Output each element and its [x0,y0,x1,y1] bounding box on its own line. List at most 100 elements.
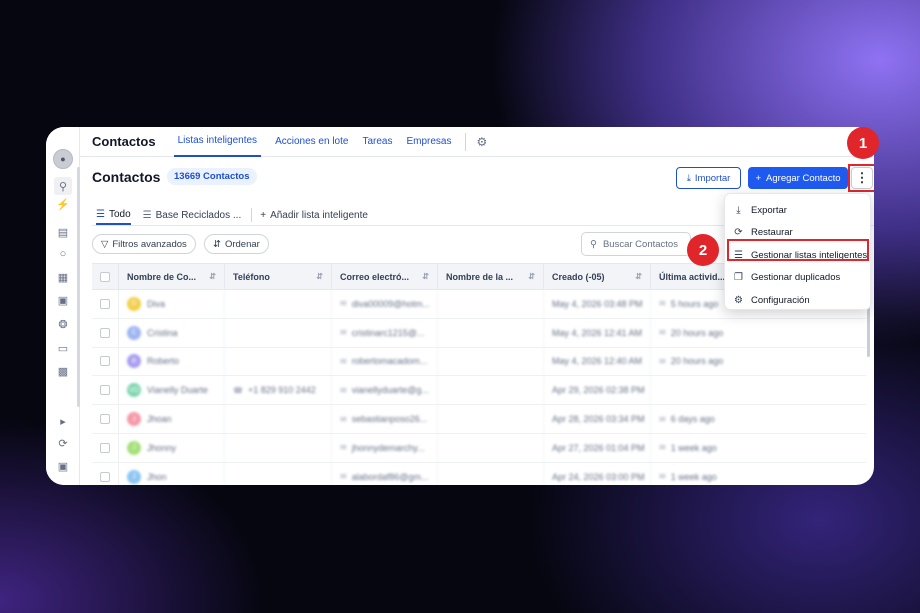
cell-name[interactable]: R Roberto [119,347,225,376]
refresh-icon[interactable]: ⟳ [54,434,72,452]
bolt-icon[interactable]: ⚡ [54,195,72,213]
import-button[interactable]: ⤓ Importar [676,167,741,189]
last-activity: 6 days ago [670,414,715,425]
list-icon: ☰ [96,208,105,220]
cell-last-activity: ✉ 1 week ago [651,463,866,485]
cell-company [438,462,544,485]
list-tab-label: Todo [108,208,131,220]
last-activity: 20 hours ago [670,327,724,338]
advanced-filters-button[interactable]: ▽ Filtros avanzados [92,234,196,254]
table-row[interactable]: R Roberto ✉ robertomacadom... May 4, 2026 12… [92,347,866,377]
column-header-phone[interactable]: Teléfono ⇵ [225,264,332,289]
user-avatar[interactable]: ● [53,149,73,169]
sidebar-scrollbar[interactable] [77,167,80,407]
table-row[interactable]: J Jhonny ✉ jhonnydemarchy... Apr 27, 2026 01… [92,433,866,463]
calendar-icon[interactable]: ▦ [54,268,72,286]
step-badge-1: 1 [847,127,879,159]
cell-company [438,405,544,433]
list-tab-base-reciclados[interactable]: ☰ Base Reciclados ... [143,205,242,225]
cell-name[interactable]: J Jhoan [119,405,225,433]
trash-icon[interactable]: ▭ [54,339,72,357]
cell-created: Apr 24, 2026 03:00 PM [544,462,651,485]
table-body: D Diva ✉ diva00009@hotm... May 4, 2026 03:48… [92,290,866,485]
row-checkbox[interactable] [92,405,119,433]
created-date: Apr 28, 2026 03:34 PM [552,414,645,425]
cell-created: May 4, 2026 03:48 PM [544,290,651,318]
menu-item-exportar[interactable]: ⤓ Exportar [725,199,870,222]
tab-acciones-en-lote[interactable]: Acciones en lote [275,127,348,157]
menu-item-label: Configuración [751,294,810,306]
column-header-name[interactable]: Nombre de Co... ⇵ [119,264,225,289]
robot-icon[interactable]: ▩ [54,362,72,380]
cell-email: ✉ alabordaf86@gm... [332,462,438,485]
row-checkbox[interactable] [92,290,119,318]
cell-last-activity: ✉ 20 hours ago [651,319,866,347]
created-date: May 4, 2026 12:41 AM [552,327,643,338]
table-row[interactable]: J Jhoan ✉ sebastianposo26... Apr 28, 2026 03… [92,405,866,434]
sort-button[interactable]: ⇵ Ordenar [204,234,269,254]
table-row[interactable]: C Cristina ✉ cristinarc1215@... May 4, 2026 … [92,318,866,348]
contact-name: Vianelly Duarte [147,385,208,396]
contact-name: Diva [147,298,166,309]
table-row[interactable]: VD Vianelly Duarte ☎ +1 829 910 2442 ✉ vianel… [92,376,866,406]
table-row[interactable]: J Jhon ✉ alabordaf86@gm... Apr 24, 2026 03:0… [92,462,866,485]
tab-empresas[interactable]: Empresas [406,127,451,157]
highlight-box-manage-lists [727,239,869,261]
cell-name[interactable]: VD Vianelly Duarte [119,376,225,405]
column-header-company[interactable]: Nombre de la ... ⇵ [438,264,544,289]
cell-name[interactable]: C Cristina [119,318,225,347]
chart-icon[interactable]: ▤ [54,223,72,241]
select-all-checkbox[interactable] [92,264,119,289]
last-activity: 5 hours ago [670,298,719,309]
tab-listas-inteligentes[interactable]: Listas inteligentes [173,127,262,157]
export-icon: ⤓ [736,204,741,216]
tab-tareas[interactable]: Tareas [362,127,392,157]
cell-created: Apr 27, 2026 01:04 PM [544,433,651,462]
contact-email: cristinarc1215@... [351,327,425,338]
contacts-icon[interactable]: ▣ [54,291,72,309]
menu-item-configuracion[interactable]: ⚙ Configuración [725,289,870,312]
menu-item-gestionar-duplicados[interactable]: ❐ Gestionar duplicados [725,267,870,290]
cell-name[interactable]: D Diva [119,290,225,318]
filter-icon: ▽ [101,238,109,250]
contact-email: jhonnydemarchy... [351,442,425,453]
contact-email: vianellyduarte@g... [351,385,429,396]
store-icon[interactable]: ▣ [54,457,72,475]
divider [465,132,467,151]
search-input[interactable]: ⚲ Buscar Contactos [581,232,691,256]
menu-item-label: Gestionar duplicados [751,272,841,284]
divider [251,208,253,222]
menu-item-label: Exportar [751,204,787,216]
search-icon[interactable]: ⚲ [54,177,72,195]
row-checkbox[interactable] [92,462,119,485]
cell-name[interactable]: J Jhon [119,462,225,485]
list-icon: ☰ [142,209,152,221]
add-smart-list-button[interactable]: + Añadir lista inteligente [260,205,368,225]
row-checkbox[interactable] [92,318,119,347]
row-checkbox[interactable] [92,433,119,462]
row-checkbox[interactable] [92,376,119,405]
row-checkbox[interactable] [92,347,119,376]
column-header-created[interactable]: Creado (-05) ⇵ [544,264,651,289]
list-tab-todo[interactable]: ☰ Todo [96,205,131,225]
contact-email: robertomacadom... [351,356,428,367]
cell-phone: ☎ +1 829 910 2442 [225,376,332,405]
contact-email: alabordaf86@gm... [351,471,429,482]
avatar: C [127,325,141,340]
cell-email: ✉ cristinarc1215@... [332,318,438,347]
contact-phone: +1 829 910 2442 [247,385,316,396]
network-icon[interactable]: ❂ [54,315,72,333]
cell-name[interactable]: J Jhonny [119,433,225,462]
contact-name: Roberto [147,356,180,367]
gear-icon[interactable]: ⚙ [476,135,487,149]
last-activity: 20 hours ago [670,356,724,367]
add-contact-label: Agregar Contacto [766,172,841,184]
created-date: May 4, 2026 12:40 AM [552,356,643,367]
column-header-email[interactable]: Correo electró... ⇵ [332,264,438,289]
search-placeholder: Buscar Contactos [602,238,678,250]
megaphone-icon[interactable]: ▸ [54,412,72,430]
cell-last-activity: ✉ 6 days ago [651,405,866,433]
created-date: May 4, 2026 03:48 PM [552,298,643,309]
add-contact-button[interactable]: + Agregar Contacto [748,167,848,189]
chat-icon[interactable]: ○ [54,245,72,263]
